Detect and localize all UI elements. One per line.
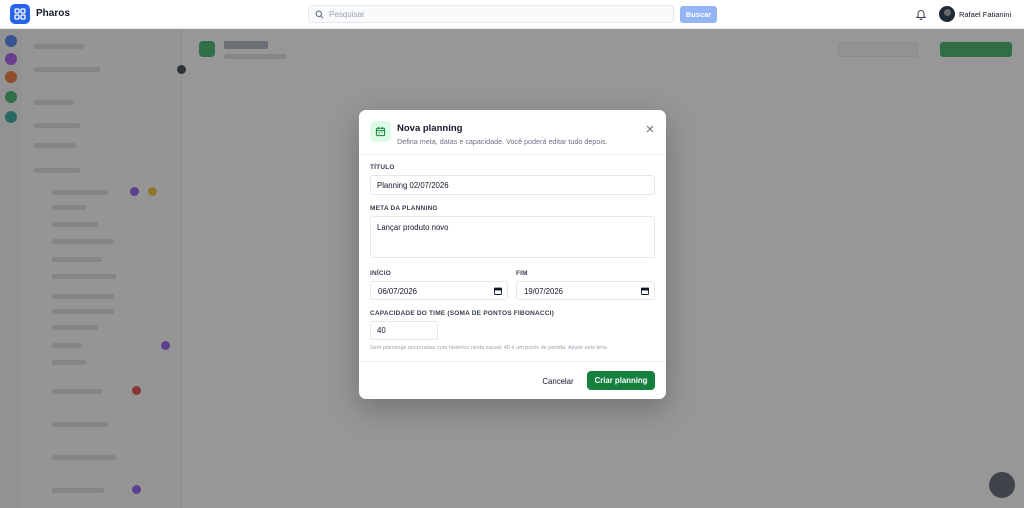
close-icon <box>646 125 654 133</box>
start-date-label: INÍCIO <box>370 270 392 277</box>
modal-title: Nova planning <box>397 123 463 134</box>
start-date-input[interactable]: 06/07/2026 <box>370 281 508 300</box>
start-date-value: 06/07/2026 <box>378 287 418 296</box>
goal-label: META DA PLANNING <box>370 205 438 212</box>
capacity-hint: Sem plannings encerradas com histórico n… <box>370 345 609 351</box>
top-bar: Pharos Buscar Rafael Fatianini <box>0 0 1024 29</box>
capacity-label: CAPACIDADE DO TIME (SOMA DE PONTOS FIBON… <box>370 310 555 317</box>
end-date-input[interactable]: 19/07/2026 <box>516 281 655 300</box>
new-planning-modal: Nova planning Defina meta, datas e capac… <box>359 110 666 399</box>
capacity-input[interactable] <box>370 321 438 340</box>
brand-name: Pharos <box>36 8 70 19</box>
end-date-value: 19/07/2026 <box>524 287 564 296</box>
create-planning-button[interactable]: Criar planning <box>587 371 655 390</box>
goal-textarea[interactable]: Lançar produto novo <box>370 216 655 258</box>
calendar-icon[interactable] <box>641 287 649 295</box>
bell-icon[interactable] <box>915 8 927 20</box>
user-name: Rafael Fatianini <box>959 10 1012 19</box>
search-input[interactable] <box>329 9 649 19</box>
title-input[interactable] <box>370 175 655 195</box>
end-date-label: FIM <box>516 270 528 277</box>
search-button[interactable]: Buscar <box>680 6 717 23</box>
modal-footer: Cancelar Criar planning <box>359 361 666 399</box>
avatar[interactable] <box>939 6 955 22</box>
close-button[interactable] <box>645 122 655 133</box>
grid-icon[interactable] <box>10 4 30 24</box>
search-bar <box>308 5 674 23</box>
search-icon <box>315 10 324 18</box>
calendar-icon <box>370 121 391 142</box>
title-label: TÍTULO <box>370 164 395 171</box>
cancel-button[interactable]: Cancelar <box>537 372 579 390</box>
modal-description: Defina meta, datas e capacidade. Você po… <box>397 137 608 146</box>
modal-header: Nova planning Defina meta, datas e capac… <box>359 110 666 155</box>
calendar-icon[interactable] <box>494 287 502 295</box>
